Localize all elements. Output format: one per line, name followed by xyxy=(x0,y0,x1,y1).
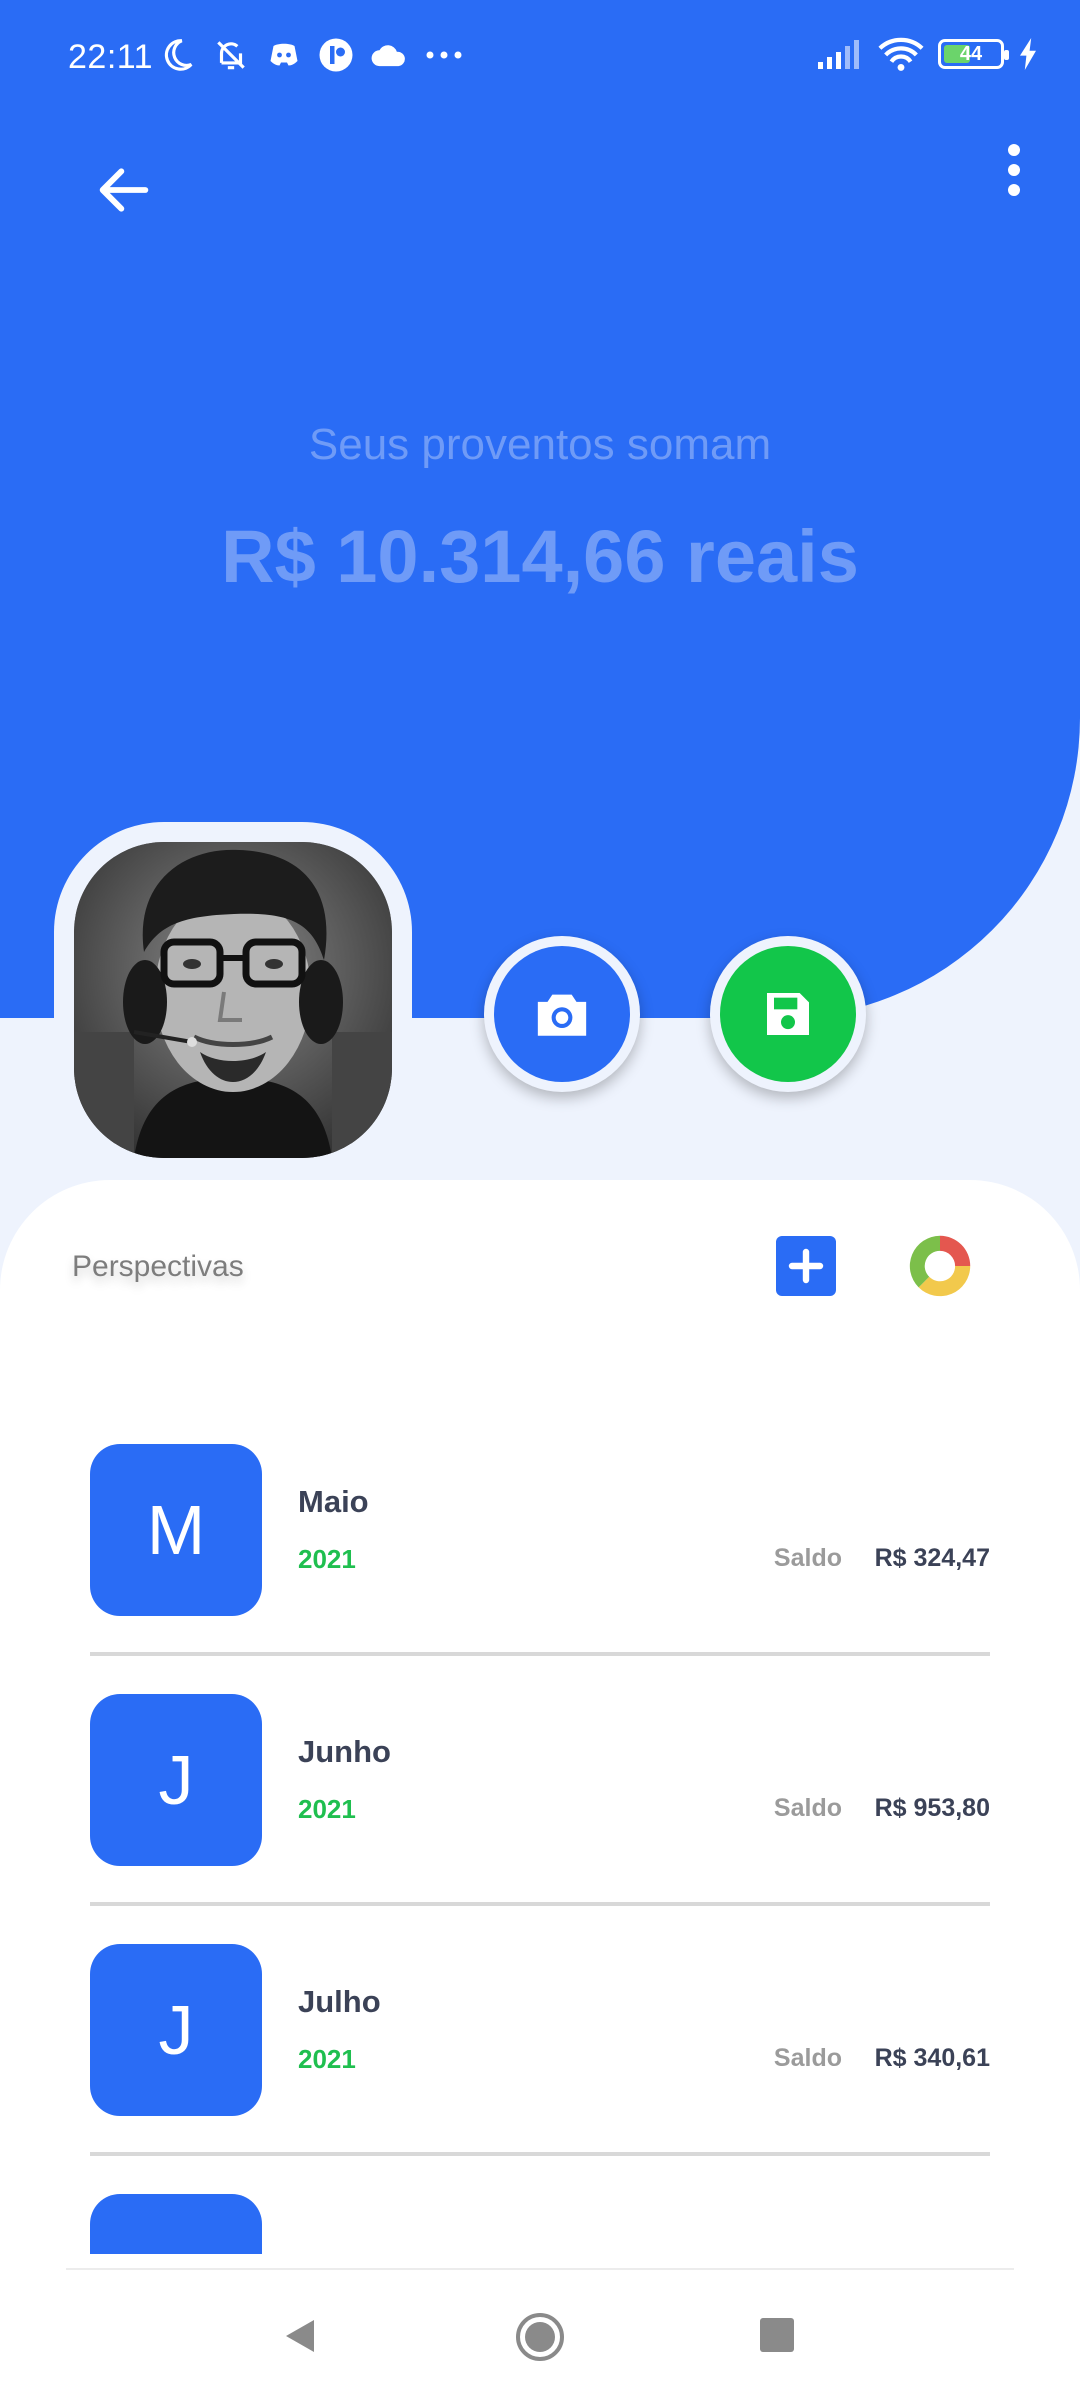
divider xyxy=(90,2152,990,2156)
month-list: M Maio 2021 Saldo R$ 324,47 J Junho 2021… xyxy=(90,1444,990,2194)
month-name: Julho xyxy=(298,1984,381,2019)
month-name: Junho xyxy=(298,1734,391,1769)
nav-home-icon[interactable] xyxy=(515,2312,565,2362)
notification-icons xyxy=(158,36,464,74)
saldo-value: R$ 953,80 xyxy=(874,1794,990,1822)
battery-icon: 44 xyxy=(938,39,1009,69)
total-value: R$ 10.314,66 reais xyxy=(221,515,859,598)
nav-back-icon[interactable] xyxy=(282,2316,318,2356)
divider xyxy=(90,1902,990,1906)
nav-recents-icon[interactable] xyxy=(760,2318,794,2352)
status-bar: 22:11 44 xyxy=(0,0,1080,120)
month-year: 2021 xyxy=(298,2044,356,2074)
plus-icon xyxy=(788,1248,824,1284)
month-initial: M xyxy=(90,1444,262,1616)
month-initial: J xyxy=(90,1694,262,1866)
chart-button[interactable] xyxy=(906,1232,974,1300)
total-label: Seus proventos somam xyxy=(308,420,772,469)
divider xyxy=(90,1652,990,1656)
saldo-value: R$ 340,61 xyxy=(874,2044,990,2072)
saldo-label: Saldo xyxy=(773,1794,842,1822)
more-vertical-icon xyxy=(1008,144,1020,196)
status-time: 22:11 xyxy=(68,38,154,76)
saldo-label: Saldo xyxy=(773,1544,842,1572)
saldo-value: R$ 324,47 xyxy=(874,1544,990,1572)
camera-button[interactable] xyxy=(494,946,630,1082)
month-year: 2021 xyxy=(298,1544,356,1574)
app-icon xyxy=(319,38,353,72)
avatar[interactable] xyxy=(74,842,392,1158)
moon-icon xyxy=(164,39,193,71)
perspectives-panel: Perspectivas M Maio 2021 Saldo R$ 324,47… xyxy=(0,1180,1080,2268)
camera-icon xyxy=(537,994,587,1036)
back-button[interactable] xyxy=(92,158,156,222)
donut-chart-icon xyxy=(909,1235,971,1297)
arrow-left-icon xyxy=(99,168,149,212)
month-year: 2021 xyxy=(298,1794,356,1824)
section-title: Perspectivas xyxy=(72,1250,244,1283)
list-item[interactable]: M Maio 2021 Saldo R$ 324,47 xyxy=(90,1444,990,1694)
saldo-label: Saldo xyxy=(773,2044,842,2072)
save-button[interactable] xyxy=(720,946,856,1082)
navigation-bar xyxy=(0,2268,1080,2400)
more-options-button[interactable] xyxy=(996,142,1032,198)
list-item[interactable]: J Junho 2021 Saldo R$ 953,80 xyxy=(90,1694,990,1944)
wifi-icon xyxy=(878,37,924,71)
charging-icon xyxy=(1020,38,1036,70)
battery-level: 44 xyxy=(959,42,983,65)
add-perspective-button[interactable] xyxy=(776,1236,836,1296)
system-icons: 44 xyxy=(816,36,1038,72)
floppy-disk-icon xyxy=(767,993,809,1035)
month-initial: J xyxy=(90,1944,262,2116)
list-item-partial[interactable] xyxy=(90,2194,262,2254)
list-item[interactable]: J Julho 2021 Saldo R$ 340,61 xyxy=(90,1944,990,2194)
month-name: Maio xyxy=(298,1484,369,1519)
nav-divider xyxy=(66,2268,1014,2270)
signal-icon xyxy=(818,40,859,69)
cloud-icon xyxy=(371,45,405,67)
profile-photo xyxy=(74,842,392,1158)
more-dots-icon xyxy=(426,51,462,59)
discord-icon xyxy=(270,43,298,66)
bell-off-icon xyxy=(217,41,245,70)
